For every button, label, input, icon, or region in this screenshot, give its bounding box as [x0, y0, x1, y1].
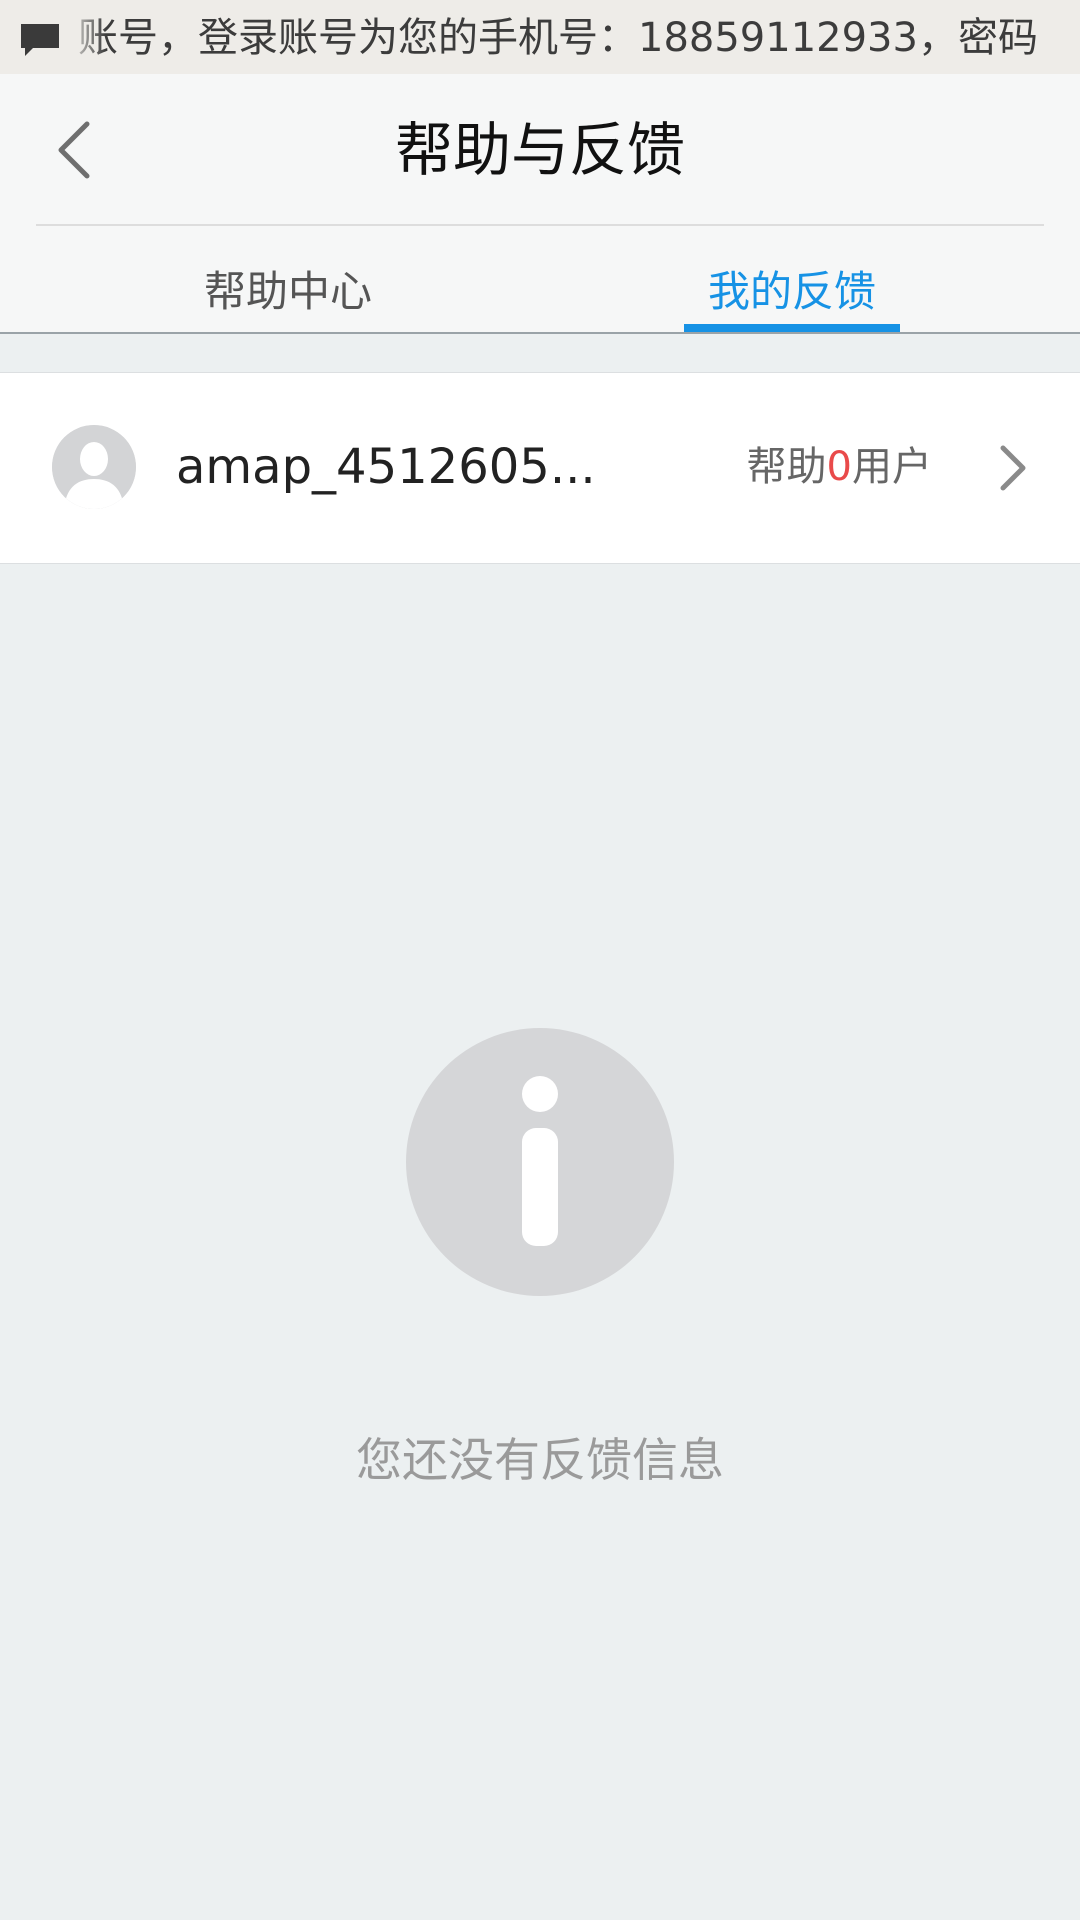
- message-icon: [21, 24, 59, 56]
- header-bottom-line: [0, 332, 1080, 334]
- notification-fade-left: [66, 0, 106, 74]
- tab-help-center[interactable]: 帮助中心: [144, 250, 432, 334]
- page-title: 帮助与反馈: [394, 116, 685, 184]
- help-count-suffix: 用户: [852, 444, 932, 490]
- tab-selected-indicator: [684, 324, 900, 332]
- help-count-prefix: 帮助: [746, 444, 827, 490]
- user-profile-row[interactable]: amap_4512605... 帮助0用户: [0, 372, 1080, 564]
- help-count-text: 帮助0用户: [747, 441, 932, 493]
- default-avatar-icon: [52, 425, 136, 509]
- tab-my-feedback[interactable]: 我的反馈: [684, 250, 900, 334]
- header: 帮助与反馈 帮助中心 我的反馈: [0, 74, 1080, 334]
- chevron-right-icon: [1000, 445, 1026, 491]
- notification-fade-right: [1040, 0, 1080, 74]
- username: amap_4512605...: [176, 439, 596, 495]
- info-icon: [406, 1028, 674, 1296]
- help-count-number: 0: [826, 444, 852, 490]
- notification-text: 账号，登录账号为您的手机号：18859112933，密码: [78, 15, 1038, 61]
- header-divider: [36, 224, 1044, 226]
- empty-state-message: 您还没有反馈信息: [356, 1433, 724, 1487]
- notification-banner[interactable]: 账号，登录账号为您的手机号：18859112933，密码: [0, 0, 1080, 74]
